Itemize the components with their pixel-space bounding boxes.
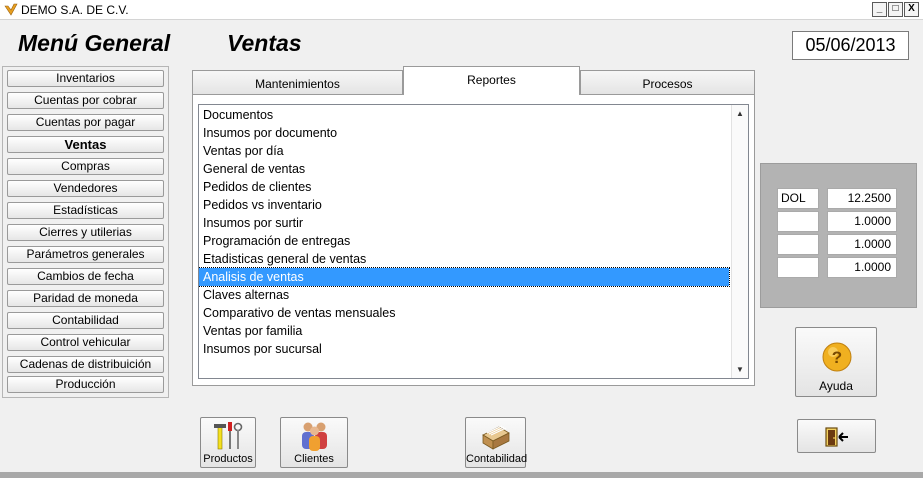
sidebar-item-cambios-de-fecha[interactable]: Cambios de fecha <box>7 268 164 285</box>
list-item[interactable]: Pedidos vs inventario <box>199 196 729 214</box>
sidebar-item-contabilidad[interactable]: Contabilidad <box>7 312 164 329</box>
ayuda-label: Ayuda <box>819 379 853 393</box>
reports-listbox[interactable]: Documentos Insumos por documento Ventas … <box>198 104 749 379</box>
sidebar-item-inventarios[interactable]: Inventarios <box>7 70 164 87</box>
list-item[interactable]: Ventas por familia <box>199 322 729 340</box>
tools-icon <box>214 422 243 450</box>
currency-rate-field[interactable]: 1.0000 <box>827 234 897 255</box>
menu-title: Menú General <box>18 30 171 56</box>
currency-code-field[interactable]: DOL <box>777 188 819 209</box>
list-item[interactable]: Ventas por día <box>199 142 729 160</box>
sidebar-item-cadenas-de-distribucion[interactable]: Cadenas de distribuición <box>7 356 164 373</box>
currency-code-field[interactable] <box>777 257 819 278</box>
list-item[interactable]: Comparativo de ventas mensuales <box>199 304 729 322</box>
currency-code-field[interactable] <box>777 211 819 232</box>
sidebar-item-produccion[interactable]: Producción <box>7 376 164 393</box>
scroll-down-icon[interactable]: ▼ <box>732 361 748 378</box>
minimize-button[interactable]: _ <box>872 2 887 17</box>
list-item[interactable]: General de ventas <box>199 160 729 178</box>
tab-reportes[interactable]: Reportes <box>403 66 580 95</box>
title-bar: DEMO S.A. DE C.V. _ □ X <box>0 0 923 20</box>
file-box-icon <box>482 425 510 450</box>
contabilidad-label: Contabilidad <box>466 453 528 465</box>
productos-button[interactable]: Productos <box>200 417 256 468</box>
sidebar-item-cuentas-por-cobrar[interactable]: Cuentas por cobrar <box>7 92 164 109</box>
productos-label: Productos <box>203 453 253 465</box>
sidebar-item-cierres-y-utilerias[interactable]: Cierres y utilerias <box>7 224 164 241</box>
list-item[interactable]: Programación de entregas <box>199 232 729 250</box>
list-item-selected[interactable]: Analisis de ventas <box>199 267 730 287</box>
list-item[interactable]: Etadisticas general de ventas <box>199 250 729 268</box>
tab-procesos[interactable]: Procesos <box>580 70 755 94</box>
section-title: Ventas <box>227 30 302 56</box>
tab-mantenimientos[interactable]: Mantenimientos <box>192 70 403 94</box>
date-display: 05/06/2013 <box>792 31 909 60</box>
list-item[interactable]: Insumos por surtir <box>199 214 729 232</box>
list-item[interactable]: Insumos por documento <box>199 124 729 142</box>
sidebar-item-ventas[interactable]: Ventas <box>7 136 164 153</box>
currency-rate-field[interactable]: 12.2500 <box>827 188 897 209</box>
window-controls: _ □ X <box>872 2 919 17</box>
bottom-border <box>0 472 923 478</box>
list-item[interactable]: Documentos <box>199 106 729 124</box>
close-button[interactable]: X <box>904 2 919 17</box>
help-icon: ? <box>822 342 852 372</box>
list-item[interactable]: Pedidos de clientes <box>199 178 729 196</box>
reportes-panel: Documentos Insumos por documento Ventas … <box>192 94 755 386</box>
exit-button[interactable] <box>797 419 876 453</box>
currency-rate-field[interactable]: 1.0000 <box>827 211 897 232</box>
sidebar-menu: Inventarios Cuentas por cobrar Cuentas p… <box>2 66 169 398</box>
sidebar-item-cuentas-por-pagar[interactable]: Cuentas por pagar <box>7 114 164 131</box>
currency-rate-field[interactable]: 1.0000 <box>827 257 897 278</box>
sidebar-item-control-vehicular[interactable]: Control vehicular <box>7 334 164 351</box>
sidebar-item-parametros-generales[interactable]: Parámetros generales <box>7 246 164 263</box>
sidebar-item-estadisticas[interactable]: Estadísticas <box>7 202 164 219</box>
list-scrollbar[interactable]: ▲ ▼ <box>731 105 748 378</box>
contabilidad-button[interactable]: Contabilidad <box>465 417 528 468</box>
currency-code-field[interactable] <box>777 234 819 255</box>
scroll-up-icon[interactable]: ▲ <box>732 105 748 122</box>
list-item[interactable]: Claves alternas <box>199 286 729 304</box>
people-icon <box>302 422 327 451</box>
clientes-label: Clientes <box>294 453 334 465</box>
currency-rates-panel: DOL 12.2500 1.0000 1.0000 1.0000 <box>760 163 917 308</box>
sidebar-item-vendedores[interactable]: Vendedores <box>7 180 164 197</box>
exit-door-icon <box>825 427 848 447</box>
sidebar-item-compras[interactable]: Compras <box>7 158 164 175</box>
ayuda-button[interactable]: ? Ayuda <box>795 327 877 397</box>
svg-text:?: ? <box>832 348 842 367</box>
clientes-button[interactable]: Clientes <box>280 417 348 468</box>
maximize-button[interactable]: □ <box>888 2 903 17</box>
window-title: DEMO S.A. DE C.V. <box>21 3 129 17</box>
list-item[interactable]: Insumos por sucursal <box>199 340 729 358</box>
sidebar-item-paridad-de-moneda[interactable]: Paridad de moneda <box>7 290 164 307</box>
app-icon <box>4 3 18 16</box>
